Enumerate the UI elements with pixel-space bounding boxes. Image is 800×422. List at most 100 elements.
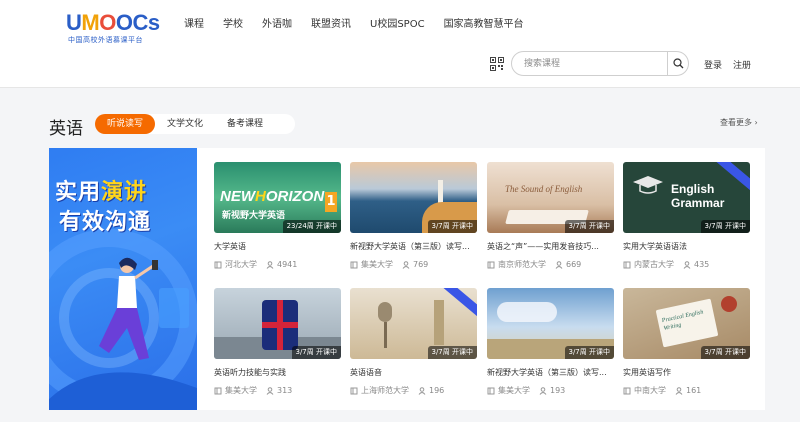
course-thumbnail: 3/7周 开课中 [350, 288, 477, 359]
thumb-paper: Practical English Writing [655, 298, 719, 348]
course-thumbnail: English Grammar 3/7周 开课中 [623, 162, 750, 233]
user-icon [675, 386, 683, 395]
see-more-link[interactable]: 查看更多 › [720, 117, 758, 128]
tab-exam-prep[interactable]: 备考课程 [215, 114, 275, 134]
promo-banner[interactable]: 实用演讲 有效沟通 [49, 148, 197, 410]
school-icon [350, 387, 358, 394]
thumb-cloud [497, 302, 557, 322]
course-status: 3/7周 开课中 [427, 220, 477, 233]
course-school: 集美大学 [225, 386, 257, 395]
course-thumbnail: Practical English Writing 3/7周 开课中 [623, 288, 750, 359]
course-status: 3/7周 开课中 [291, 346, 341, 359]
banner-line2-b: 沟通 [105, 210, 152, 235]
course-card[interactable]: English Grammar 3/7周 开课中 实用大学英语语法 内蒙古大学 … [623, 162, 750, 270]
course-users: 435 [694, 260, 710, 269]
user-icon [402, 260, 410, 269]
course-users: 196 [429, 386, 445, 395]
section-title: 英语 [49, 119, 83, 139]
course-title[interactable]: 新视野大学英语（第三版）读写... [487, 367, 614, 378]
banner-line2-a: 有效 [59, 210, 106, 235]
register-link[interactable]: 注册 [733, 58, 751, 71]
qr-code-icon[interactable] [490, 57, 504, 71]
course-school: 集美大学 [361, 260, 393, 269]
course-status: 23/24周 开课中 [282, 220, 341, 233]
logo-subtitle: 中国高校外语慕课平台 [68, 36, 143, 44]
course-school: 内蒙古大学 [634, 260, 674, 269]
thumb-caption: English Grammar [671, 182, 725, 210]
course-status: 3/7周 开课中 [700, 346, 750, 359]
main-nav: 课程 学校 外语咖 联盟资讯 U校园SPOC 国家高教智慧平台 [184, 15, 543, 30]
thumb-caption: The Sound of English [505, 184, 583, 194]
banner-line1-a: 实用 [55, 180, 102, 205]
search-input[interactable] [524, 56, 664, 72]
course-thumbnail: 3/7周 开课中 [214, 288, 341, 359]
thumb-microphone [378, 302, 392, 322]
course-title[interactable]: 英语语音 [350, 367, 477, 378]
nav-item-courses[interactable]: 课程 [184, 15, 204, 30]
course-users: 161 [686, 386, 702, 395]
banner-slogan: 实用演讲 有效沟通 [55, 178, 151, 238]
nav-item-schools[interactable]: 学校 [223, 15, 243, 30]
user-icon [266, 386, 274, 395]
course-title[interactable]: 实用英语写作 [623, 367, 750, 378]
course-card[interactable]: 3/7周 开课中 英语语音 上海师范大学 196 [350, 288, 477, 396]
course-meta: 上海师范大学 196 [350, 385, 477, 396]
search-icon [672, 58, 683, 69]
course-card[interactable]: 3/7周 开课中 英语听力技能与实践 集美大学 313 [214, 288, 341, 396]
course-thumbnail: 3/7周 开课中 [487, 288, 614, 359]
school-icon [623, 261, 631, 268]
course-title[interactable]: 新视野大学英语（第三版）读写... [350, 241, 477, 252]
course-meta: 集美大学 313 [214, 385, 341, 396]
thumb-big-ben [434, 300, 444, 345]
course-meta: 内蒙古大学 435 [623, 259, 750, 270]
course-status: 3/7周 开课中 [564, 346, 614, 359]
tab-literature-culture[interactable]: 文学文化 [155, 114, 215, 134]
course-card[interactable]: NEWHORIZON 新视野大学英语 1 23/24周 开课中 大学英语 河北大… [214, 162, 341, 270]
course-card[interactable]: 3/7周 开课中 新视野大学英语（第三版）读写... 集美大学 769 [350, 162, 477, 270]
umoocs-logo[interactable]: UMOOCs 中国高校外语慕课平台 [66, 8, 160, 44]
course-users: 313 [277, 386, 293, 395]
graduation-cap-icon [633, 176, 663, 194]
user-icon [539, 386, 547, 395]
nav-item-foreign-cafe[interactable]: 外语咖 [262, 15, 292, 30]
school-icon [214, 261, 222, 268]
course-meta: 集美大学 193 [487, 385, 614, 396]
nav-item-alliance-news[interactable]: 联盟资讯 [311, 15, 351, 30]
thumb-caption: 新视野大学英语 [222, 211, 286, 221]
category-tabs: 听说读写 文学文化 备考课程 [95, 114, 295, 134]
course-title[interactable]: 实用大学英语语法 [623, 241, 750, 252]
user-icon [266, 260, 274, 269]
user-icon [683, 260, 691, 269]
course-meta: 南京师范大学 669 [487, 259, 614, 270]
thumb-caption: Practical English Writing [661, 309, 704, 332]
thumb-logo-text: NEWHORIZON [220, 188, 325, 205]
course-card[interactable]: Practical English Writing 3/7周 开课中 实用英语写… [623, 288, 750, 396]
school-icon [623, 387, 631, 394]
course-users: 769 [413, 260, 429, 269]
course-users: 669 [566, 260, 582, 269]
course-title[interactable]: 英语听力技能与实践 [214, 367, 341, 378]
nav-item-spoc[interactable]: U校园SPOC [370, 15, 425, 30]
thumb-volume-badge: 1 [325, 192, 337, 212]
top-header: UMOOCs 中国高校外语慕课平台 课程 学校 外语咖 联盟资讯 U校园SPOC… [0, 0, 800, 88]
course-card[interactable]: The Sound of English 3/7周 开课中 英语之“声”——实用… [487, 162, 614, 270]
course-meta: 中南大学 161 [623, 385, 750, 396]
course-title[interactable]: 英语之“声”——实用发音技巧... [487, 241, 614, 252]
tab-listening-speaking[interactable]: 听说读写 [95, 114, 156, 134]
course-title[interactable]: 大学英语 [214, 241, 341, 252]
course-users: 4941 [277, 260, 298, 269]
course-thumbnail: 3/7周 开课中 [350, 162, 477, 233]
course-school: 集美大学 [498, 386, 530, 395]
course-card[interactable]: 3/7周 开课中 新视野大学英语（第三版）读写... 集美大学 193 [487, 288, 614, 396]
course-status: 3/7周 开课中 [700, 220, 750, 233]
course-meta: 河北大学 4941 [214, 259, 341, 270]
login-link[interactable]: 登录 [704, 58, 722, 71]
nav-item-national-platform[interactable]: 国家高教智慧平台 [444, 15, 524, 30]
search-button[interactable] [667, 52, 688, 75]
school-icon [350, 261, 358, 268]
school-icon [214, 387, 222, 394]
course-status: 3/7周 开课中 [427, 346, 477, 359]
thumb-cup [721, 296, 737, 312]
school-icon [487, 387, 495, 394]
course-thumbnail: The Sound of English 3/7周 开课中 [487, 162, 614, 233]
